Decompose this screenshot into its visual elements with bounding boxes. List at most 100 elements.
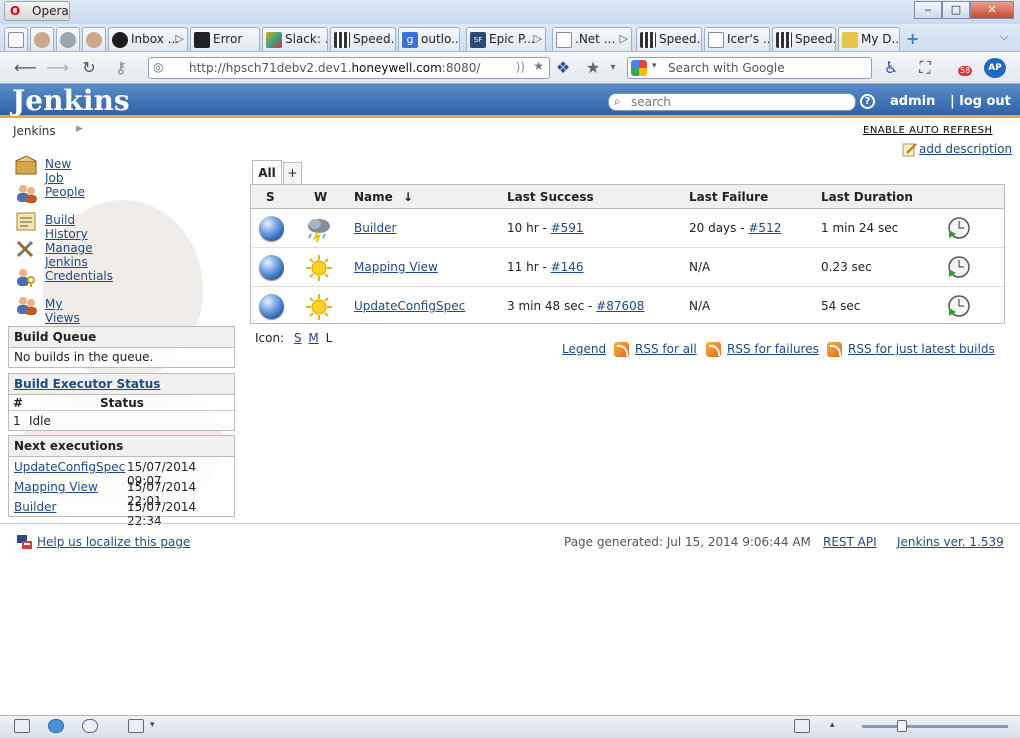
- executor-status-link[interactable]: Build Executor Status: [14, 377, 160, 391]
- job-name-link[interactable]: UpdateConfigSpec: [354, 299, 465, 313]
- help-icon[interactable]: ?: [860, 94, 875, 109]
- schedule-build-icon[interactable]: [947, 216, 971, 240]
- chevron-down-icon[interactable]: ▾: [602, 58, 624, 78]
- back-button[interactable]: ⟵: [14, 58, 37, 78]
- key-icon[interactable]: ⚷: [110, 58, 132, 78]
- task-label[interactable]: Build History: [45, 213, 88, 241]
- slack-icon: [266, 32, 282, 48]
- last-failure-build-link[interactable]: #512: [748, 221, 781, 235]
- bookmark-star-icon[interactable]: ★: [582, 58, 604, 78]
- new-tab-button[interactable]: +: [906, 29, 919, 48]
- chevron-up-icon[interactable]: ▴: [830, 720, 835, 730]
- images-icon[interactable]: [128, 719, 144, 733]
- paw-icon[interactable]: ❖: [552, 58, 574, 78]
- tab-list-button[interactable]: ⌵: [1000, 30, 1008, 44]
- address-bar[interactable]: ◎ http://hpsch71debv2.dev1.honeywell.com…: [148, 57, 550, 79]
- last-failure-age: 20 days -: [689, 221, 749, 235]
- add-description-label[interactable]: add description: [919, 142, 1012, 156]
- browser-tab[interactable]: Slack: ...: [262, 27, 328, 51]
- rss-latest-link[interactable]: RSS for just latest builds: [848, 342, 995, 356]
- rss-icon: [706, 342, 721, 357]
- task-label[interactable]: People: [45, 185, 85, 199]
- bookmark-star-icon[interactable]: ★: [533, 59, 544, 73]
- user-link[interactable]: admin: [890, 94, 935, 109]
- job-name-link[interactable]: Builder: [354, 221, 396, 235]
- rss-all-link[interactable]: RSS for all: [635, 342, 697, 356]
- browser-tab[interactable]: g outlo...: [398, 27, 460, 51]
- browser-tab[interactable]: Speed...: [636, 27, 702, 51]
- localize-label[interactable]: Help us localize this page: [37, 535, 190, 549]
- col-status[interactable]: S: [266, 185, 275, 209]
- rss-icon: [827, 342, 842, 357]
- minimize-button[interactable]: ‒: [914, 1, 942, 19]
- job-name-link[interactable]: Mapping View: [354, 260, 438, 274]
- title-bar: O Opera ‒ □ ✕: [0, 0, 1020, 24]
- opera-menu-button[interactable]: O Opera: [4, 1, 70, 21]
- last-success-build-link[interactable]: #146: [551, 260, 584, 274]
- task-label[interactable]: New Job: [45, 157, 71, 185]
- forward-button[interactable]: ⟶: [46, 58, 69, 78]
- sunny-weather-icon: [306, 294, 332, 320]
- breadcrumb-arrow-icon[interactable]: ▶: [76, 124, 83, 134]
- next-execution-job[interactable]: Mapping View: [14, 480, 98, 494]
- icon-size-small[interactable]: S: [294, 331, 302, 345]
- last-success-build-link[interactable]: #87608: [596, 299, 644, 313]
- rest-api-link[interactable]: REST API: [823, 535, 877, 549]
- browser-tab[interactable]: Error: [190, 27, 260, 51]
- browser-tab[interactable]: [56, 27, 80, 51]
- col-last-success[interactable]: Last Success: [507, 185, 594, 209]
- task-label[interactable]: Manage Jenkins: [45, 241, 93, 269]
- browser-tab[interactable]: [4, 27, 28, 51]
- browser-tab[interactable]: Inbox ... ▷: [108, 27, 188, 51]
- reload-button[interactable]: ↻: [78, 58, 100, 78]
- last-success-build-link[interactable]: #591: [551, 221, 584, 235]
- task-label[interactable]: Credentials: [45, 269, 113, 283]
- google-search-field[interactable]: ▾ Search with Google: [627, 57, 872, 79]
- add-view-button[interactable]: +: [283, 162, 302, 184]
- logout-link[interactable]: | log out: [950, 94, 1011, 109]
- auto-refresh-link[interactable]: ENABLE AUTO REFRESH: [863, 125, 993, 136]
- jenkins-logo[interactable]: Jenkins: [12, 84, 130, 117]
- schedule-build-icon[interactable]: [947, 294, 971, 318]
- view-icon[interactable]: [794, 719, 810, 733]
- zoom-slider[interactable]: [862, 725, 1008, 728]
- search-placeholder: search: [631, 95, 671, 109]
- browser-tab[interactable]: Speed...: [330, 27, 396, 51]
- chevron-down-icon[interactable]: ▾: [150, 720, 155, 730]
- icon-size-medium[interactable]: M: [308, 331, 318, 345]
- accessibility-icon[interactable]: ♿: [880, 58, 902, 78]
- col-weather[interactable]: W: [314, 185, 327, 209]
- browser-tab[interactable]: [30, 27, 54, 51]
- tab-all[interactable]: All: [252, 160, 282, 184]
- maximize-button[interactable]: □: [942, 1, 970, 19]
- browser-tab[interactable]: Icer's ...: [704, 27, 770, 51]
- col-name[interactable]: Name ↓: [354, 185, 413, 209]
- browser-tab[interactable]: .Net ... ▷: [552, 27, 632, 51]
- fullscreen-icon[interactable]: ⛶: [914, 58, 936, 78]
- jenkins-version-link[interactable]: Jenkins ver. 1.539: [897, 535, 1004, 549]
- breadcrumb-jenkins[interactable]: Jenkins: [13, 124, 56, 138]
- close-button[interactable]: ✕: [970, 1, 1014, 19]
- flags-icon: [17, 535, 32, 549]
- browser-tab[interactable]: SF Epic P... ▷: [466, 27, 546, 51]
- notifications-icon[interactable]: 58: [950, 58, 973, 78]
- zoom-slider-handle[interactable]: [897, 720, 907, 732]
- panel-toggle-icon[interactable]: [14, 719, 30, 733]
- next-execution-job[interactable]: Builder: [14, 500, 56, 514]
- schedule-build-icon[interactable]: [947, 255, 971, 279]
- opera-turbo-icon[interactable]: [82, 719, 98, 733]
- ap-extension-icon[interactable]: AP: [984, 58, 1006, 78]
- browser-tab[interactable]: Speed...: [772, 27, 836, 51]
- browser-tab[interactable]: [82, 27, 106, 51]
- col-last-failure[interactable]: Last Failure: [689, 185, 768, 209]
- col-last-duration[interactable]: Last Duration: [821, 185, 913, 209]
- legend-link[interactable]: Legend: [562, 342, 606, 356]
- rss-feed-icon[interactable]: )): [516, 60, 525, 74]
- rss-failures-link[interactable]: RSS for failures: [727, 342, 819, 356]
- executor-number: 1: [13, 414, 21, 428]
- opera-link-icon[interactable]: [48, 719, 64, 733]
- task-label[interactable]: My Views: [45, 297, 80, 325]
- browser-tab[interactable]: My D...: [838, 27, 900, 51]
- next-execution-job[interactable]: UpdateConfigSpec: [14, 460, 125, 474]
- search-input[interactable]: ⌕ search: [608, 93, 856, 111]
